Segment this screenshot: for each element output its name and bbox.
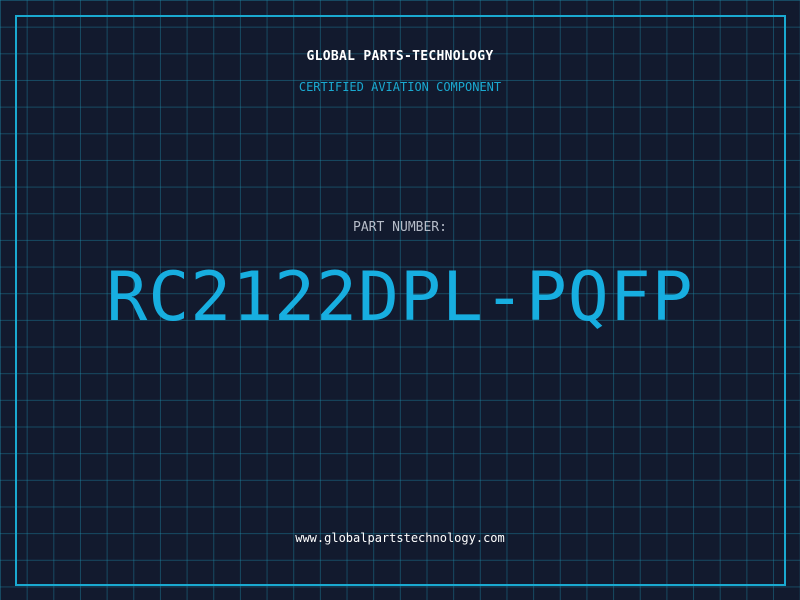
certification-tagline: CERTIFIED AVIATION COMPONENT bbox=[298, 80, 502, 94]
part-number-value: RC2122DPL-PQFP bbox=[106, 258, 694, 337]
company-name: GLOBAL PARTS-TECHNOLOGY bbox=[306, 49, 494, 64]
website-url: www.globalpartstechnology.com bbox=[295, 531, 505, 545]
label-card: GLOBAL PARTS-TECHNOLOGY CERTIFIED AVIATI… bbox=[0, 0, 800, 600]
part-number-label: PART NUMBER: bbox=[353, 220, 447, 235]
